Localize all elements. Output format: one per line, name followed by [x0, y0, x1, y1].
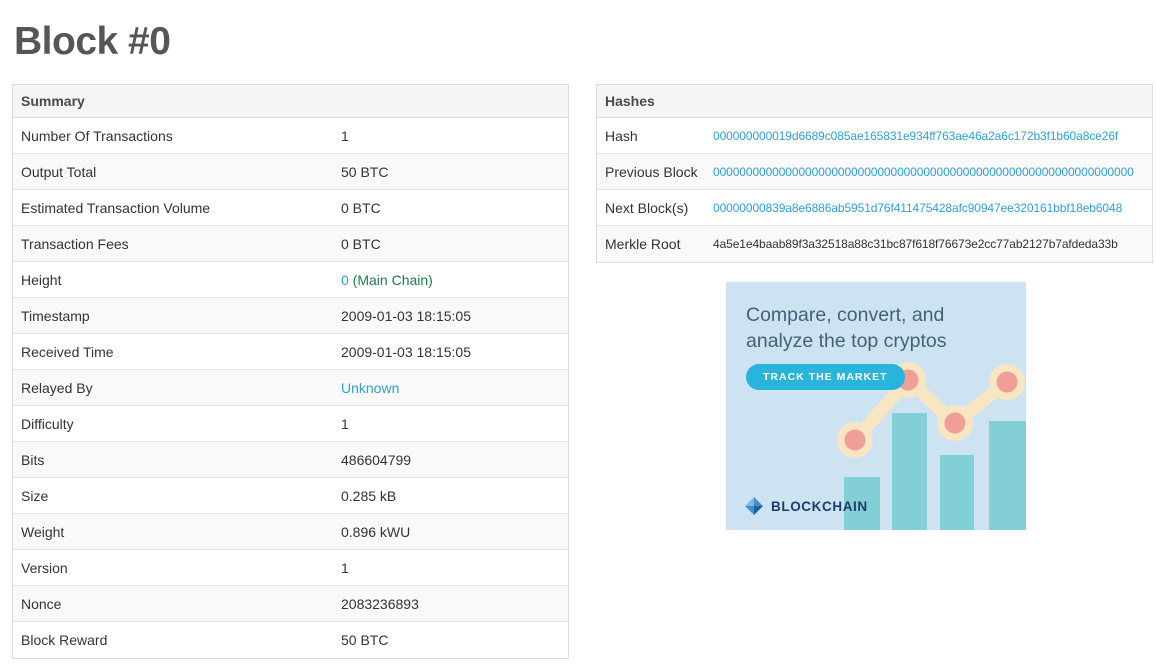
summary-row-label: Number Of Transactions — [21, 127, 173, 144]
summary-value-text: (Main Chain) — [348, 271, 433, 288]
summary-value-text: 50 BTC — [341, 632, 389, 648]
blockchain-diamond-icon — [745, 497, 763, 515]
hashes-row-label: Hash — [605, 127, 638, 144]
hashes-row-label: Merkle Root — [605, 236, 681, 252]
summary-row-value: 0 (Main Chain) — [341, 272, 568, 288]
summary-value-link[interactable]: Unknown — [341, 380, 399, 396]
summary-row-value: 0 BTC — [341, 200, 568, 216]
blockchain-logo: BLOCKCHAIN — [744, 496, 868, 516]
summary-value-text: 1 — [341, 559, 349, 576]
hashes-value-link[interactable]: 00000000839a8e6886ab5951d76f411475428afc… — [713, 201, 1122, 215]
summary-row-value: 2083236893 — [341, 596, 568, 612]
summary-row: Received Time 2009-01-03 18:15:05 — [13, 334, 568, 370]
summary-row-value: 0.896 kWU — [341, 524, 568, 540]
summary-value-text: 2009-01-03 18:15:05 — [341, 343, 471, 360]
summary-value-link[interactable]: 0 — [341, 272, 349, 288]
summary-row-value: 50 BTC — [341, 164, 568, 180]
blockchain-logo-text: BLOCKCHAIN — [771, 498, 868, 514]
hashes-row-label: Previous Block — [605, 163, 698, 180]
summary-row-label: Weight — [21, 523, 65, 540]
summary-row-label: Transaction Fees — [21, 235, 129, 252]
hashes-table: Hashes Hash 000000000019d6689c085ae165831… — [596, 84, 1153, 263]
summary-row: Version 1 — [13, 550, 568, 586]
summary-value-text: 0 BTC — [341, 235, 381, 252]
summary-row: Timestamp 2009-01-03 18:15:05 — [13, 298, 568, 334]
summary-value-text: 1 — [341, 127, 349, 144]
summary-row: Transaction Fees 0 BTC — [13, 226, 568, 262]
summary-row: Nonce 2083236893 — [13, 586, 568, 622]
summary-row: Size 0.285 kB — [13, 478, 568, 514]
summary-value-text: 0 BTC — [341, 199, 381, 216]
summary-row: Relayed By Unknown — [13, 370, 568, 406]
summary-value-text: 2083236893 — [341, 595, 419, 612]
summary-row: Number Of Transactions 1 — [13, 118, 568, 154]
summary-row: Block Reward 50 BTC — [13, 622, 568, 658]
summary-row-value: 1 — [341, 416, 568, 432]
summary-row-label: Received Time — [21, 343, 114, 360]
summary-row-label: Difficulty — [21, 415, 74, 432]
ad-headline-line2: analyze the top cryptos — [746, 330, 947, 352]
summary-row: Estimated Transaction Volume 0 BTC — [13, 190, 568, 226]
summary-row-label: Output Total — [21, 163, 97, 180]
summary-row-label: Nonce — [21, 595, 62, 612]
summary-row-value: 0.285 kB — [341, 488, 568, 504]
summary-row-label: Estimated Transaction Volume — [21, 199, 211, 216]
summary-value-text: 0.896 kWU — [341, 523, 411, 540]
summary-value-text: 0.285 kB — [341, 487, 397, 504]
hashes-row: Hash 000000000019d6689c085ae165831e934ff7… — [597, 118, 1152, 154]
summary-table-header: Summary — [13, 85, 568, 118]
summary-row-value: 1 — [341, 560, 568, 576]
summary-value-text: 2009-01-03 18:15:05 — [341, 307, 471, 324]
hashes-value-link[interactable]: 0000000000000000000000000000000000000000… — [713, 165, 1134, 179]
hashes-row-value: 4a5e1e4baab89f3a32518a88c31bc87f618f7667… — [713, 237, 1152, 251]
summary-row-value: 50 BTC — [341, 632, 568, 648]
hashes-table-header: Hashes — [597, 85, 1152, 118]
hashes-row-label: Next Block(s) — [605, 199, 689, 216]
summary-value-text: 1 — [341, 415, 349, 432]
track-the-market-button[interactable]: TRACK THE MARKET — [746, 364, 905, 390]
summary-row-label: Relayed By — [21, 379, 93, 396]
hashes-row: Previous Block 00000000000000000000000000… — [597, 154, 1152, 190]
summary-row-label: Bits — [21, 451, 45, 468]
page-title: Block #0 — [14, 20, 171, 63]
summary-row-label: Height — [21, 271, 62, 288]
summary-row-value: Unknown — [341, 380, 568, 396]
summary-row-label: Block Reward — [21, 632, 108, 648]
summary-row: Height 0 (Main Chain) — [13, 262, 568, 298]
hashes-row: Next Block(s) 00000000839a8e6886ab5951d76… — [597, 190, 1152, 226]
ad-headline: Compare, convert, and analyze the top cry… — [746, 302, 947, 354]
summary-table: Summary Number Of Transactions 1 Output To… — [12, 84, 569, 659]
summary-row-value: 2009-01-03 18:15:05 — [341, 308, 568, 324]
summary-row: Weight 0.896 kWU — [13, 514, 568, 550]
summary-row-value: 1 — [341, 128, 568, 144]
summary-row: Bits 486604799 — [13, 442, 568, 478]
summary-row-value: 0 BTC — [341, 236, 568, 252]
hashes-value-text: 4a5e1e4baab89f3a32518a88c31bc87f618f7667… — [713, 237, 1118, 251]
summary-row-value: 486604799 — [341, 452, 568, 468]
summary-value-text: 486604799 — [341, 451, 412, 468]
hashes-row-value: 0000000000000000000000000000000000000000… — [713, 165, 1152, 179]
hashes-value-link[interactable]: 000000000019d6689c085ae165831e934ff763ae… — [713, 129, 1118, 143]
summary-row-label: Version — [21, 559, 68, 576]
summary-value-text: 50 BTC — [341, 163, 389, 180]
hashes-row-value: 000000000019d6689c085ae165831e934ff763ae… — [713, 129, 1152, 143]
summary-row-value: 2009-01-03 18:15:05 — [341, 344, 568, 360]
hashes-row: Merkle Root 4a5e1e4baab89f3a32518a88c31bc… — [597, 226, 1152, 262]
blockchain-ad-banner[interactable]: Compare, convert, and analyze the top cry… — [726, 282, 1026, 530]
summary-row: Output Total 50 BTC — [13, 154, 568, 190]
hashes-table-body: Hash 000000000019d6689c085ae165831e934ff7… — [597, 118, 1152, 262]
ad-headline-line1: Compare, convert, and — [746, 304, 945, 326]
summary-row-label: Timestamp — [21, 307, 90, 324]
summary-table-body: Number Of Transactions 1 Output Total 50 BT… — [13, 118, 568, 658]
summary-row: Difficulty 1 — [13, 406, 568, 442]
hashes-row-value: 00000000839a8e6886ab5951d76f411475428afc… — [713, 201, 1152, 215]
summary-row-label: Size — [21, 487, 49, 504]
